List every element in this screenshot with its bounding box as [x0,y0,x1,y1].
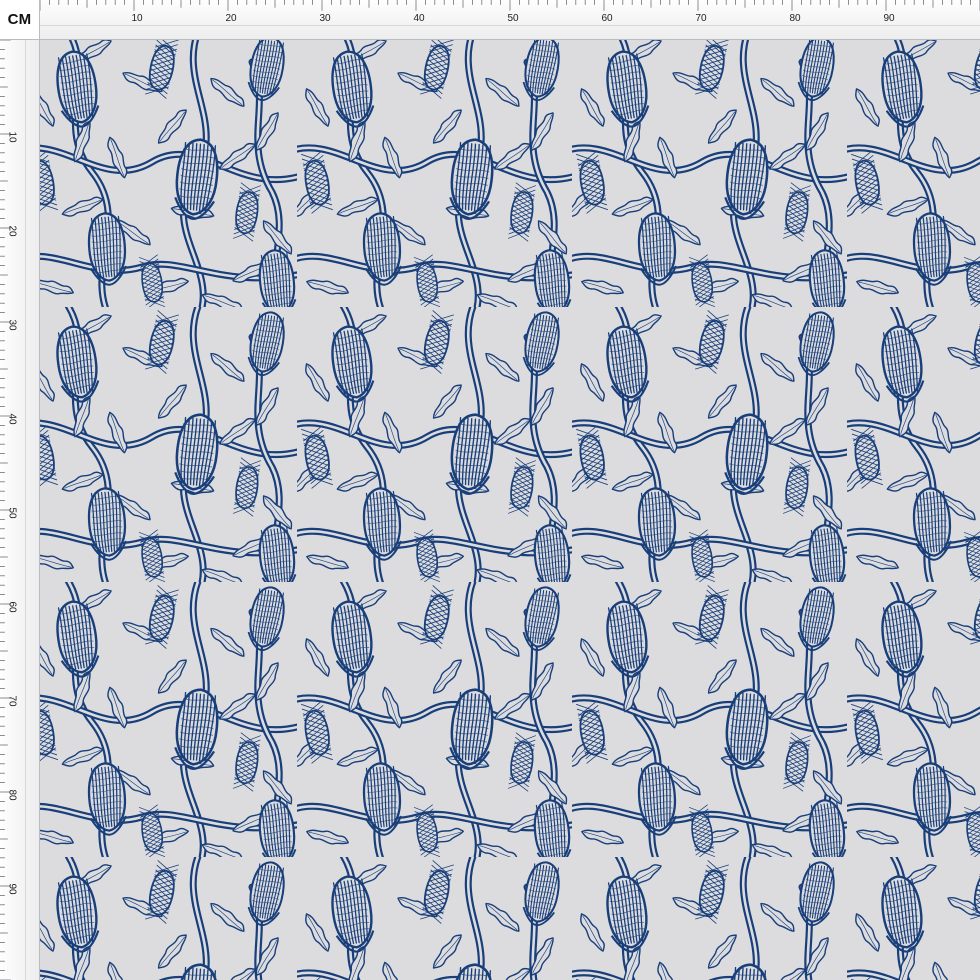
ruler-tick-label: 70 [6,695,18,707]
ruler-tick-label: 90 [6,883,18,895]
ruler-tick-label: 40 [6,413,18,425]
ruler-tick-label: 80 [789,13,801,24]
ruler-tick-label: 20 [225,13,237,24]
fabric-pattern-area [40,40,980,980]
ruler-tick-label: 60 [601,13,613,24]
ruler-tick-label: 70 [695,13,707,24]
ruler-tick-label: 30 [6,319,18,331]
ruler-corner: CM [0,0,40,40]
ruler-tick-label: 60 [6,601,18,613]
unit-label: CM [7,11,32,28]
ruler-tick-label: 40 [413,13,425,24]
ruler-tick-label: 80 [6,789,18,801]
ruler-tick-label: 10 [131,13,143,24]
horizontal-ruler: 10 20 30 40 50 60 70 80 90 [40,0,980,40]
ruler-tick-label: 20 [6,225,18,237]
ruler-tick-label: 10 [6,131,18,143]
ruler-tick-label: 30 [319,13,331,24]
banksia-flower-icon [40,40,980,980]
ruler-tick-label: 50 [6,507,18,519]
vertical-ruler: 10 20 30 40 50 60 70 80 90 [0,40,40,980]
ruler-tick-label: 90 [883,13,895,24]
banksia-pattern-svg [40,40,980,980]
fabric-swatch-preview: CM 10 20 30 40 50 60 70 80 90 10 20 30 40 50 60 70 80 90 [0,0,980,980]
ruler-tick-label: 50 [507,13,519,24]
